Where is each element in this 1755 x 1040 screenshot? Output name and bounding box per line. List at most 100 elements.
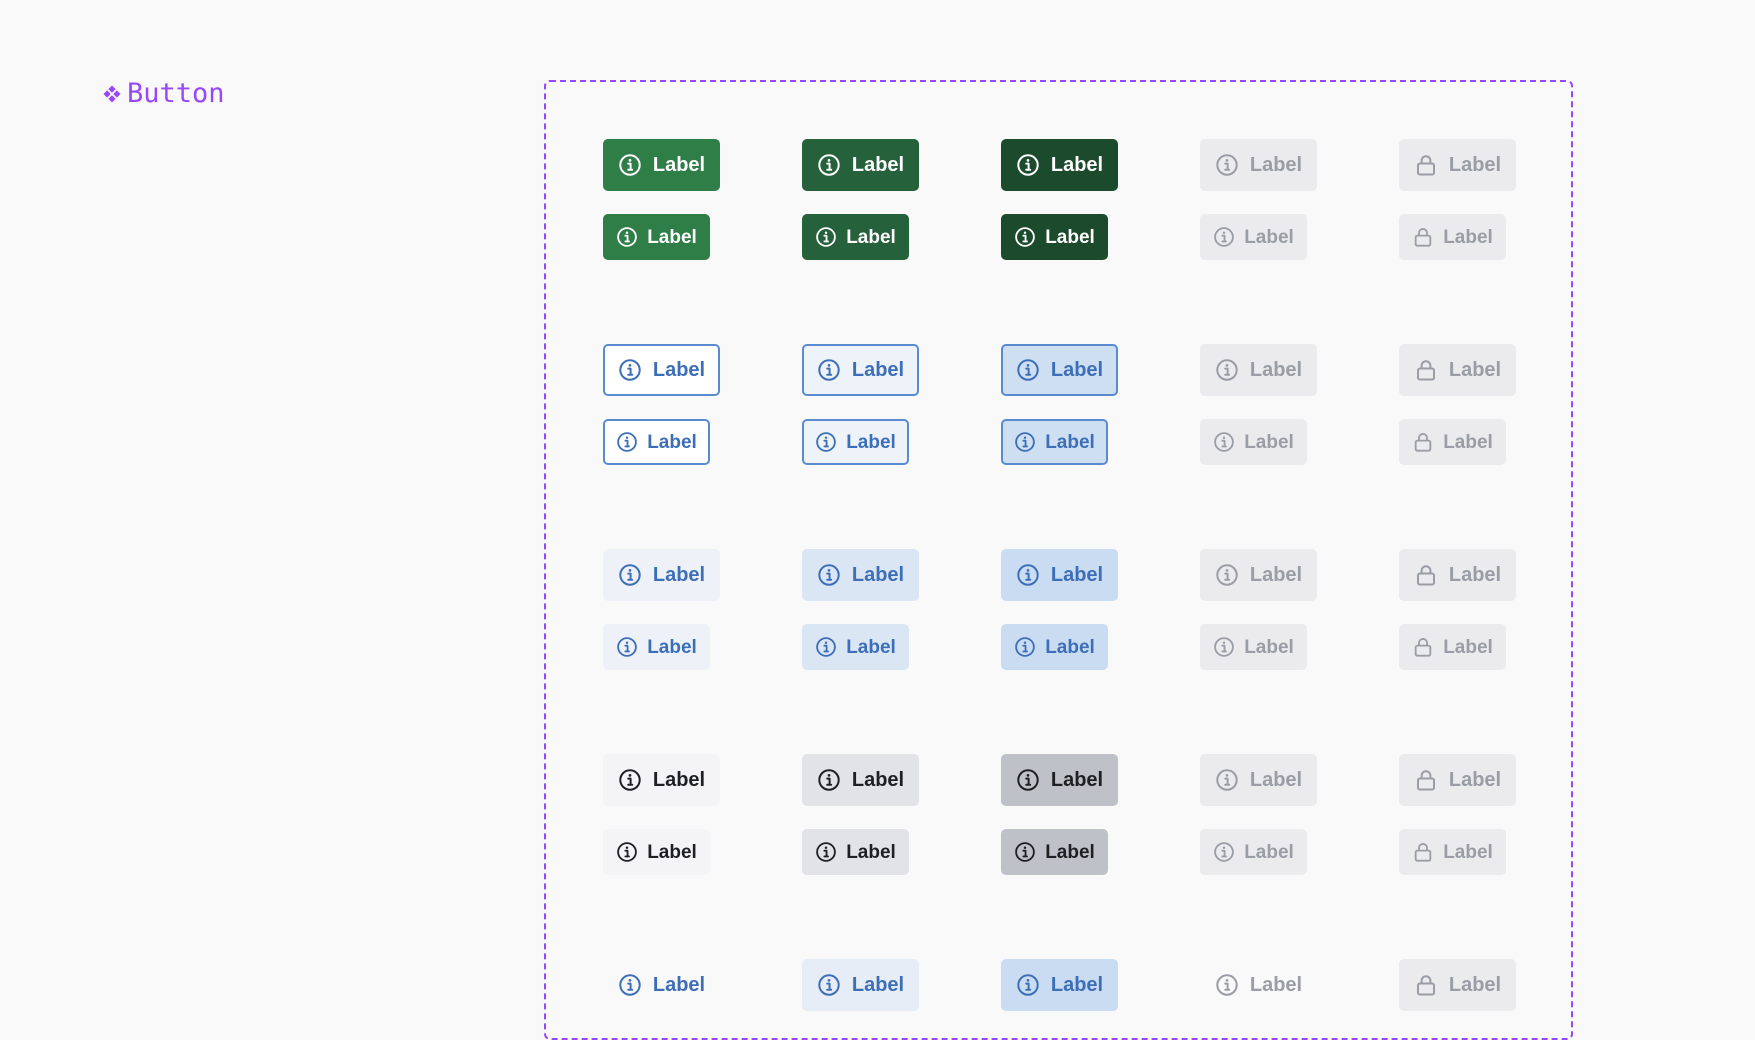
info-icon (1215, 358, 1239, 382)
tertiary-hover-button-lg[interactable]: Label (802, 549, 919, 601)
info-icon (618, 153, 642, 177)
tertiary-pressed-button-lg[interactable]: Label (1001, 549, 1118, 601)
primary-locked-button-md[interactable]: Label (1399, 214, 1506, 260)
button-label: Label (1443, 841, 1493, 863)
primary-pressed-button-md[interactable]: Label (1001, 214, 1108, 260)
info-icon (817, 563, 841, 587)
button-label: Label (652, 769, 706, 791)
tertiary-default-button-lg[interactable]: Label (603, 549, 720, 601)
button-label: Label (1448, 154, 1502, 176)
tertiary-hover-button-md[interactable]: Label (802, 624, 909, 670)
button-label: Label (1045, 841, 1095, 863)
info-icon (1014, 431, 1036, 453)
secondary-default-button-md[interactable]: Label (603, 419, 710, 465)
lock-icon (1412, 636, 1434, 658)
primary-default-button-lg[interactable]: Label (603, 139, 720, 191)
secondary-disabled-button-lg[interactable]: Label (1200, 344, 1317, 396)
button-label: Label (1244, 841, 1294, 863)
info-icon (1215, 153, 1239, 177)
button-label: Label (647, 636, 697, 658)
neutral-default-button-md[interactable]: Label (603, 829, 710, 875)
tertiary-disabled-button-md[interactable]: Label (1200, 624, 1307, 670)
neutral-default-button-lg[interactable]: Label (603, 754, 720, 806)
primary-pressed-button-lg[interactable]: Label (1001, 139, 1118, 191)
button-label: Label (851, 769, 905, 791)
info-icon (1016, 153, 1040, 177)
button-label: Label (1443, 431, 1493, 453)
lock-icon (1412, 431, 1434, 453)
button-label: Label (652, 154, 706, 176)
info-icon (1215, 973, 1239, 997)
button-label: Label (1045, 431, 1095, 453)
primary-disabled-button-md[interactable]: Label (1200, 214, 1307, 260)
lock-icon (1414, 153, 1438, 177)
component-frame: Label Label Label Label Label Label Label Label… (544, 80, 1573, 1040)
ghost-pressed-button-lg[interactable]: Label (1001, 959, 1118, 1011)
button-label: Label (1249, 564, 1303, 586)
button-label: Label (652, 564, 706, 586)
primary-default-button-md[interactable]: Label (603, 214, 710, 260)
info-icon (616, 226, 638, 248)
info-icon (618, 358, 642, 382)
secondary-default-button-lg[interactable]: Label (603, 344, 720, 396)
ghost-locked-button-lg[interactable]: Label (1399, 959, 1516, 1011)
tertiary-disabled-button-lg[interactable]: Label (1200, 549, 1317, 601)
lock-icon (1412, 226, 1434, 248)
lock-icon (1414, 973, 1438, 997)
info-icon (618, 563, 642, 587)
button-label: Label (647, 841, 697, 863)
button-label: Label (652, 359, 706, 381)
neutral-pressed-button-md[interactable]: Label (1001, 829, 1108, 875)
neutral-disabled-button-md[interactable]: Label (1200, 829, 1307, 875)
info-icon (1213, 636, 1235, 658)
secondary-pressed-button-md[interactable]: Label (1001, 419, 1108, 465)
tertiary-pressed-button-md[interactable]: Label (1001, 624, 1108, 670)
primary-hover-button-lg[interactable]: Label (802, 139, 919, 191)
button-label: Label (1443, 636, 1493, 658)
neutral-pressed-button-lg[interactable]: Label (1001, 754, 1118, 806)
button-label: Label (1244, 226, 1294, 248)
button-label: Label (1249, 974, 1303, 996)
primary-hover-button-md[interactable]: Label (802, 214, 909, 260)
ghost-disabled-button-lg[interactable]: Label (1200, 959, 1317, 1011)
button-label: Label (1249, 769, 1303, 791)
button-label: Label (1050, 974, 1104, 996)
neutral-locked-button-lg[interactable]: Label (1399, 754, 1516, 806)
tertiary-locked-button-lg[interactable]: Label (1399, 549, 1516, 601)
neutral-hover-button-md[interactable]: Label (802, 829, 909, 875)
button-label: Label (1050, 154, 1104, 176)
secondary-pressed-button-lg[interactable]: Label (1001, 344, 1118, 396)
neutral-disabled-button-lg[interactable]: Label (1200, 754, 1317, 806)
primary-disabled-button-lg[interactable]: Label (1200, 139, 1317, 191)
lock-icon (1412, 841, 1434, 863)
info-icon (1215, 768, 1239, 792)
info-icon (618, 768, 642, 792)
component-title-text: Button (127, 78, 225, 109)
button-label: Label (1448, 974, 1502, 996)
info-icon (817, 358, 841, 382)
info-icon (817, 973, 841, 997)
info-icon (1213, 431, 1235, 453)
ghost-default-button-lg[interactable]: Label (603, 959, 720, 1011)
info-icon (1215, 563, 1239, 587)
info-icon (616, 431, 638, 453)
component-diamond-icon (103, 85, 121, 103)
tertiary-default-button-md[interactable]: Label (603, 624, 710, 670)
tertiary-locked-button-md[interactable]: Label (1399, 624, 1506, 670)
button-label: Label (851, 154, 905, 176)
ghost-hover-button-lg[interactable]: Label (802, 959, 919, 1011)
secondary-locked-button-lg[interactable]: Label (1399, 344, 1516, 396)
info-icon (1016, 768, 1040, 792)
neutral-hover-button-lg[interactable]: Label (802, 754, 919, 806)
secondary-hover-button-md[interactable]: Label (802, 419, 909, 465)
secondary-hover-button-lg[interactable]: Label (802, 344, 919, 396)
secondary-locked-button-md[interactable]: Label (1399, 419, 1506, 465)
lock-icon (1414, 358, 1438, 382)
neutral-locked-button-md[interactable]: Label (1399, 829, 1506, 875)
button-label: Label (1045, 226, 1095, 248)
primary-locked-button-lg[interactable]: Label (1399, 139, 1516, 191)
info-icon (815, 636, 837, 658)
secondary-disabled-button-md[interactable]: Label (1200, 419, 1307, 465)
info-icon (616, 841, 638, 863)
info-icon (1016, 973, 1040, 997)
